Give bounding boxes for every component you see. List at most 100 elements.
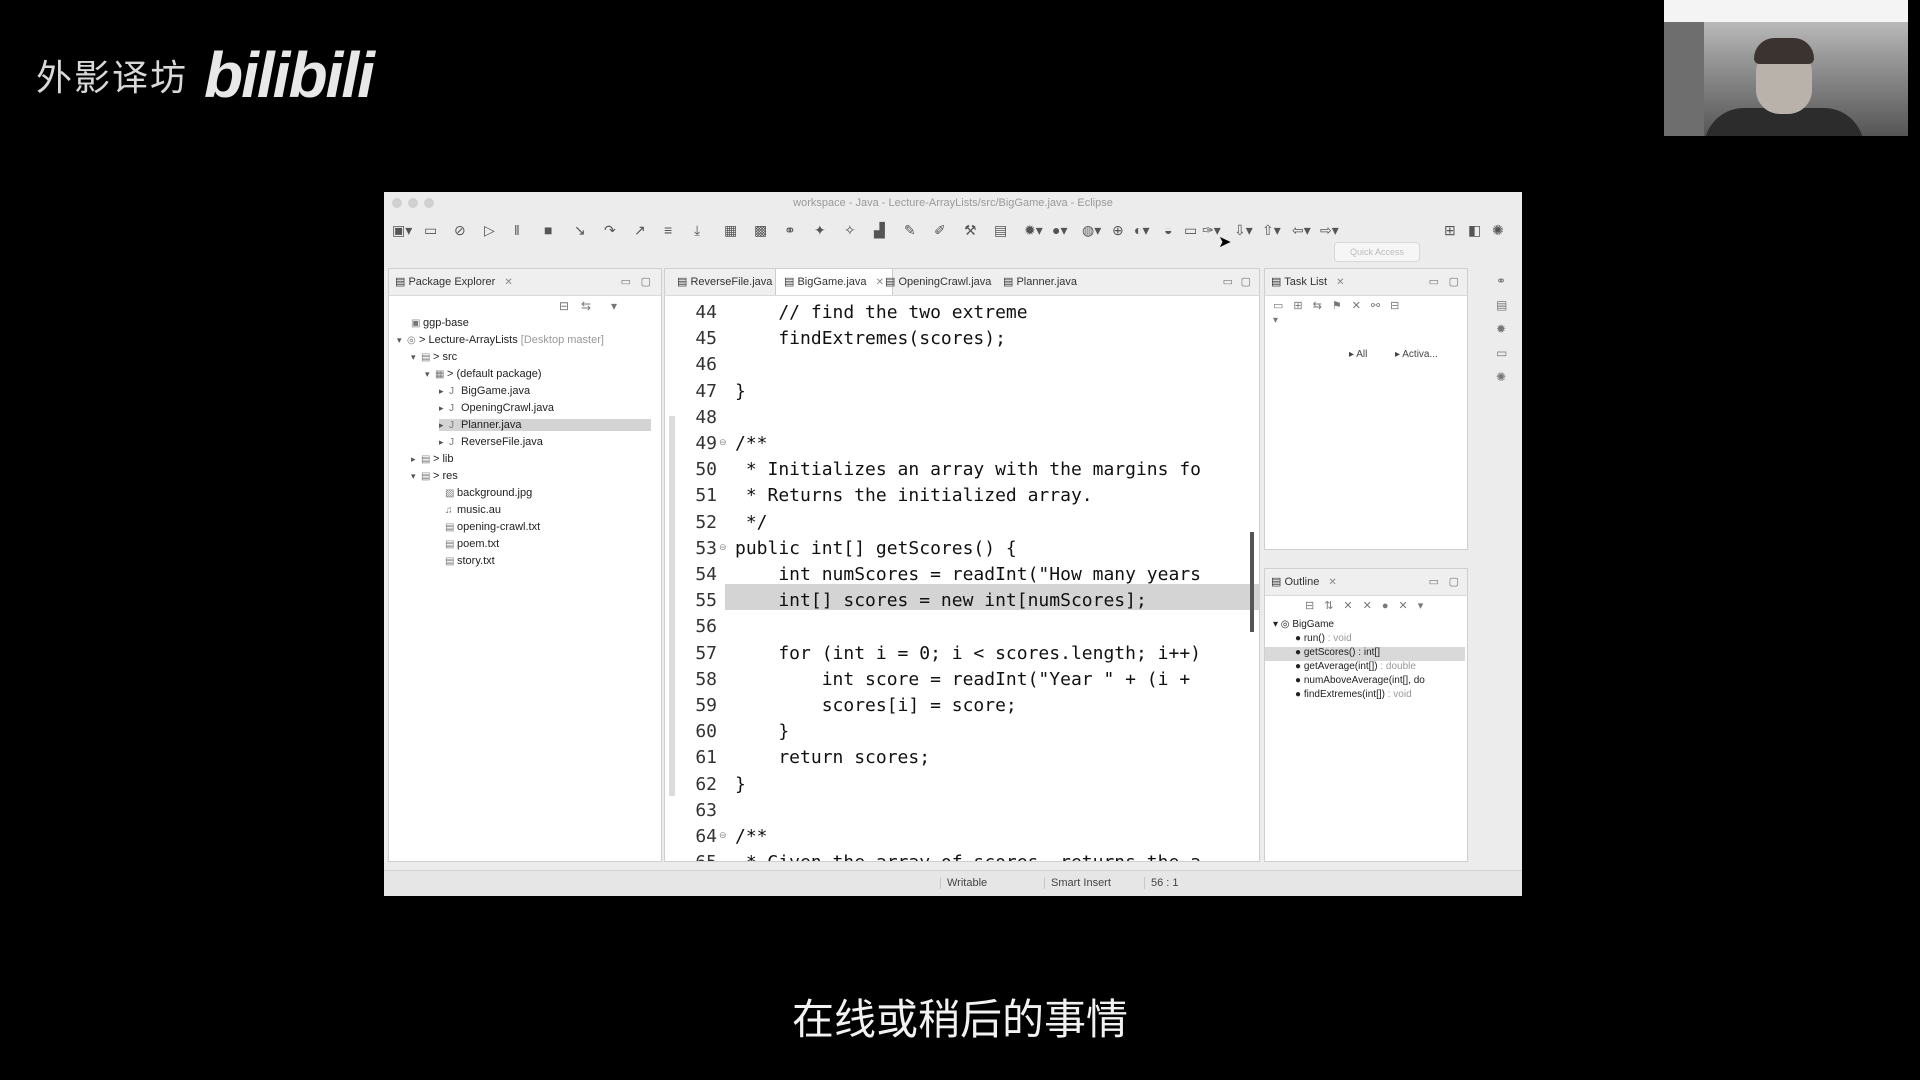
next-annotation-icon[interactable]: ⇩▾ [1234,222,1253,239]
close-icon[interactable]: ✕ [1328,577,1336,588]
format-icon[interactable]: ≡ [664,222,672,238]
view-menu-icon[interactable]: ▾ [1273,315,1278,326]
drop-frame-icon[interactable]: ⤓ [694,222,700,239]
close-icon[interactable]: ✕ [1336,277,1344,288]
tree-item[interactable]: ▣ ggp-base [401,317,469,329]
code-line[interactable]: * Initializes an array with the margins … [735,459,1201,480]
bug-trim-icon[interactable]: ✹ [1496,322,1506,336]
tree-item[interactable]: ▾ ▤ > src [411,351,457,363]
open-perspective-icon[interactable]: ⊞ [1444,222,1456,239]
run-icon[interactable]: ●▾ [1052,222,1067,239]
java-perspective-icon[interactable]: ◧ [1468,222,1481,239]
fold-toggle-icon[interactable]: ⊖ [719,542,727,553]
expand-toggle-icon[interactable]: ▸ [439,437,449,448]
minimize-icon[interactable]: ▭ [1429,569,1439,595]
document-icon[interactable]: ▤ [994,222,1007,239]
outline-trim-icon[interactable]: ▤ [1496,298,1507,312]
tree-item[interactable]: ▾ ▤ > res [411,470,458,482]
new-icon[interactable]: ▣▾ [392,222,412,239]
zoom-window-button[interactable] [424,198,434,208]
new-package-icon[interactable]: ◐▾ [1134,222,1149,239]
tab-planner[interactable]: ▤ Planner.java [995,269,1085,295]
filter-active[interactable]: ▸ Activa... [1395,349,1438,360]
debug-karel-icon[interactable]: ✧ [844,222,856,239]
tree-item[interactable]: ▾ ▦ > (default package) [425,368,541,380]
fold-toggle-icon[interactable]: ⊖ [719,437,727,448]
forward-icon[interactable]: ⇨▾ [1320,222,1339,239]
outline-class[interactable]: ▾ ◎ BigGame [1273,619,1334,630]
maximize-icon[interactable]: ▢ [1241,269,1251,295]
brush-icon[interactable]: ✐ [934,222,946,239]
fold-toggle-icon[interactable]: ⊖ [719,830,727,841]
task-trim-icon[interactable]: ⚭ [1496,274,1506,288]
code-line[interactable]: return scores; [735,747,930,768]
tree-item[interactable]: ▤ story.txt [435,555,495,567]
quick-access-input[interactable]: Quick Access [1334,242,1420,262]
code-line[interactable]: */ [735,512,768,533]
code-line[interactable]: findExtremes(scores); [735,328,1006,349]
step-into-icon[interactable]: ↘ [574,222,586,239]
minimize-icon[interactable]: ▭ [1223,269,1233,295]
code-line[interactable]: for (int i = 0; i < scores.length; i++) [735,643,1201,664]
code-line[interactable]: /** [735,826,768,847]
open-folder-icon[interactable]: ▭ [1184,222,1197,239]
tree-item[interactable]: ▸ ▤ > lib [411,453,454,465]
filter-all[interactable]: ▸ All [1349,349,1367,360]
expand-toggle-icon[interactable]: ▾ [397,335,407,346]
tree-item[interactable]: ▸ J ReverseFile.java [439,436,543,448]
package-explorer-tab[interactable]: Package Explorer [408,276,495,288]
tool-icon[interactable]: ⚒ [964,222,977,239]
expand-toggle-icon[interactable]: ▸ [439,403,449,414]
tree-item[interactable]: ▸ J OpeningCrawl.java [439,402,554,414]
open-type-icon[interactable]: ◒ [1164,222,1172,238]
view-menu-icon[interactable]: ▾ [611,299,617,313]
code-editor[interactable]: 44 // find the two extreme 45 findExtreme… [665,296,1259,861]
maximize-icon[interactable]: ▢ [1449,569,1459,595]
skip-breakpoints-icon[interactable]: ⊘ [454,222,466,239]
run-karel-icon[interactable]: ✦ [814,222,826,239]
settings-trim-icon[interactable]: ✺ [1496,370,1506,384]
debug-perspective-icon[interactable]: ✺ [1492,222,1504,239]
outline-member[interactable]: ● findExtremes(int[]) : void [1295,689,1412,700]
code-line[interactable]: int numScores = readInt("How many years [735,564,1201,585]
outline-member[interactable]: ● getAverage(int[]) : double [1295,661,1416,672]
code-line[interactable]: // find the two extreme [735,302,1027,323]
expand-toggle-icon[interactable]: ▸ [411,454,421,465]
bug-icon[interactable]: ✹▾ [1024,222,1043,239]
code-line[interactable]: * Given the array of scores, returns the… [735,852,1201,861]
step-return-icon[interactable]: ↗ [634,222,646,239]
maximize-icon[interactable]: ▢ [641,269,651,295]
step-over-icon[interactable]: ↷ [604,222,616,239]
code-line[interactable]: public int[] getScores() { [735,538,1017,559]
minimize-window-button[interactable] [408,198,418,208]
tab-reversefile[interactable]: ▤ ReverseFile.java [669,269,780,295]
code-line[interactable]: * Returns the initialized array. [735,485,1093,506]
collapse-all-icon[interactable]: ⊟ [559,299,569,313]
code-line[interactable]: } [735,721,789,742]
save-icon[interactable]: ▭ [424,222,437,239]
image-icon[interactable]: ▦ [724,222,737,239]
pen-icon[interactable]: ✎ [904,222,916,239]
code-line[interactable]: /** [735,433,768,454]
expand-toggle-icon[interactable]: ▾ [411,352,421,363]
console-trim-icon[interactable]: ▭ [1496,346,1507,360]
tree-item[interactable]: ▾ ◎ > Lecture-ArrayLists [Desktop master] [397,334,604,346]
task-list-tab[interactable]: Task List [1284,276,1327,288]
tree-item[interactable]: ▤ opening-crawl.txt [435,521,540,533]
minimize-icon[interactable]: ▭ [1429,269,1439,295]
tree-item[interactable]: ▸ J BigGame.java [439,385,530,397]
link-icon[interactable]: ⚭ [784,222,796,239]
tab-biggame[interactable]: ▤ BigGame.java ✕ [775,269,893,295]
chart-icon[interactable]: ▟ [874,222,885,239]
terminate-icon[interactable]: ■ [544,222,552,238]
outline-member[interactable]: ● numAboveAverage(int[], do [1295,675,1425,686]
task-toolbar[interactable]: ▭⊞⇆⚑✕⚯⊟ [1273,299,1409,312]
resume-icon[interactable]: ▷ [484,222,495,239]
outline-toolbar[interactable]: ⊟⇅✕✕●✕▾ [1305,599,1433,612]
tree-item[interactable]: ▸ J Planner.java [439,419,651,431]
link-with-editor-icon[interactable]: ⇆ [581,299,591,313]
expand-toggle-icon[interactable]: ▾ [411,471,421,482]
code-line[interactable]: } [735,381,746,402]
outline-member[interactable]: ● getScores() : int[] [1295,647,1380,658]
expand-toggle-icon[interactable]: ▾ [425,369,435,380]
